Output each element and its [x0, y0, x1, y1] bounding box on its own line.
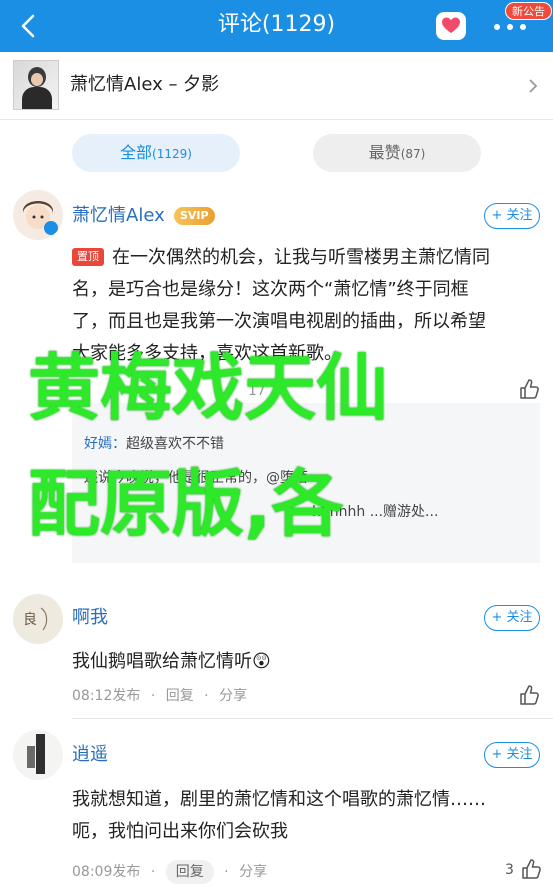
- page-title: 评论(1129): [217, 12, 336, 37]
- tab-hot-label: 最赞: [368, 143, 401, 162]
- chevron-right-icon: [529, 79, 538, 93]
- pinned-badge: 置顶: [72, 248, 104, 266]
- reply-username: 好嫣：: [84, 436, 126, 452]
- svg-text:良: 良: [23, 612, 37, 628]
- svip-badge: SVIP: [174, 207, 215, 225]
- tab-all-count: (1129): [152, 147, 192, 161]
- comment-username[interactable]: 啊我: [72, 606, 108, 630]
- reply-button[interactable]: 回复: [165, 860, 214, 884]
- comment-line: 在一次偶然的机会，让我与听雪楼男主萧忆情同: [112, 247, 490, 268]
- avatar[interactable]: 良: [13, 594, 63, 644]
- comment-meta: 08:09发布 · 回复 · 分享: [72, 860, 267, 884]
- comment-username[interactable]: 逍遥: [72, 743, 108, 767]
- song-title: 萧忆情Alex – 夕影: [70, 74, 220, 95]
- overlay-text: 黄梅戏天仙: [28, 346, 389, 430]
- favorite-heart-icon[interactable]: [436, 12, 466, 40]
- share-button[interactable]: 分享: [219, 688, 247, 704]
- comments-page: 评论(1129) 新公告 萧忆情Alex – 夕影 全部(1129) 最赞(87…: [0, 0, 553, 887]
- avatar[interactable]: [13, 730, 63, 780]
- share-button[interactable]: 分享: [239, 864, 267, 880]
- thumbs-up-icon[interactable]: [520, 858, 542, 880]
- like-count: 3: [505, 862, 514, 878]
- top-bar: 评论(1129) 新公告: [0, 0, 553, 52]
- divider: [72, 718, 553, 719]
- comment-time: 08:12发布: [72, 688, 141, 704]
- overlay-text: 配原版,各: [28, 462, 344, 546]
- comment-text: 我仙鹅唱歌给萧忆情听😲: [72, 651, 271, 672]
- avatar[interactable]: [13, 190, 63, 240]
- tab-hot-count: (87): [400, 147, 426, 161]
- comment-line: 呃，我怕问出来你们会砍我: [72, 821, 288, 842]
- comment-line: 我就想知道，剧里的萧忆情和这个唱歌的萧忆情……: [72, 789, 486, 810]
- comment-line: 名，是巧合也是缘分！这次两个“萧忆情”终于同框: [72, 279, 469, 300]
- comment-time: 08:09发布: [72, 864, 141, 880]
- reply-text: 超级喜欢不不错: [126, 436, 224, 452]
- reply-button[interactable]: 回复: [166, 688, 194, 704]
- comment-text: 我就想知道，剧里的萧忆情和这个唱歌的萧忆情…… 呃，我怕问出来你们会砍我: [72, 784, 542, 848]
- comment-tabs: 全部(1129) 最赞(87): [0, 121, 553, 185]
- comment-username[interactable]: 萧忆情Alex: [72, 204, 165, 228]
- tab-most-liked[interactable]: 最赞(87): [313, 134, 481, 172]
- song-cover-image: [13, 60, 59, 110]
- tab-all-label: 全部: [120, 143, 153, 162]
- follow-button[interactable]: + 关注: [484, 203, 540, 229]
- tab-all[interactable]: 全部(1129): [72, 134, 240, 172]
- song-info-row[interactable]: 萧忆情Alex – 夕影: [0, 52, 553, 120]
- follow-button[interactable]: + 关注: [484, 605, 540, 631]
- notice-badge[interactable]: 新公告: [505, 2, 552, 20]
- comment-line: 了，而且也是我第一次演唱电视剧的插曲，所以希望: [72, 311, 486, 332]
- comment-meta: 08:12发布 · 回复 · 分享: [72, 688, 248, 704]
- follow-button[interactable]: + 关注: [484, 742, 540, 768]
- thumbs-up-icon[interactable]: [518, 684, 540, 706]
- reply-line: 好嫣：超级喜欢不不错: [84, 433, 224, 455]
